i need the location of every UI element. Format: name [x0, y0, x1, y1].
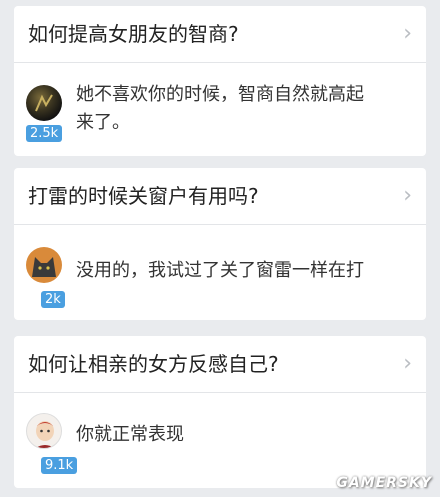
question-row[interactable]: 打雷的时候关窗户有用吗? › — [14, 168, 426, 225]
vote-count-badge: 2k — [41, 291, 65, 308]
dark-photo-avatar-icon — [35, 94, 53, 112]
chevron-right-icon: › — [403, 21, 412, 46]
vote-count-badge: 9.1k — [41, 457, 78, 474]
answer-text: 没用的，我试过了关了窗雷一样在打 — [76, 260, 364, 281]
avatar[interactable] — [26, 85, 62, 121]
question-row[interactable]: 如何让相亲的女方反感自己? › — [14, 336, 426, 393]
question-title: 打雷的时候关窗户有用吗? — [28, 184, 259, 208]
question-title: 如何提高女朋友的智商? — [28, 22, 239, 46]
answer-text-line-1: 她不喜欢你的时候，智商自然就高起 — [76, 84, 364, 105]
cat-avatar-icon — [32, 257, 56, 277]
cartoon-person-avatar-icon — [35, 421, 55, 448]
question-card[interactable]: 打雷的时候关窗户有用吗? › 2k 没用的，我试过了关了窗雷一样在打 — [14, 168, 426, 320]
question-title: 如何让相亲的女方反感自己? — [28, 352, 279, 376]
chevron-right-icon: › — [403, 183, 412, 208]
watermark-logo: GAMERSKY — [336, 475, 432, 491]
question-card[interactable]: 如何让相亲的女方反感自己? › 9.1k 你就正常表现 — [14, 336, 426, 488]
answer-text-line-2: 来了。 — [76, 112, 130, 133]
question-row[interactable]: 如何提高女朋友的智商? › — [14, 6, 426, 63]
question-card[interactable]: 如何提高女朋友的智商? › 2.5k 她不喜欢你的时候，智商自然就高起 来了。 — [14, 6, 426, 156]
avatar[interactable] — [26, 247, 62, 283]
vote-count-badge: 2.5k — [26, 125, 63, 142]
chevron-right-icon: › — [403, 351, 412, 376]
answer-text: 你就正常表现 — [76, 424, 184, 445]
avatar[interactable] — [26, 413, 62, 449]
